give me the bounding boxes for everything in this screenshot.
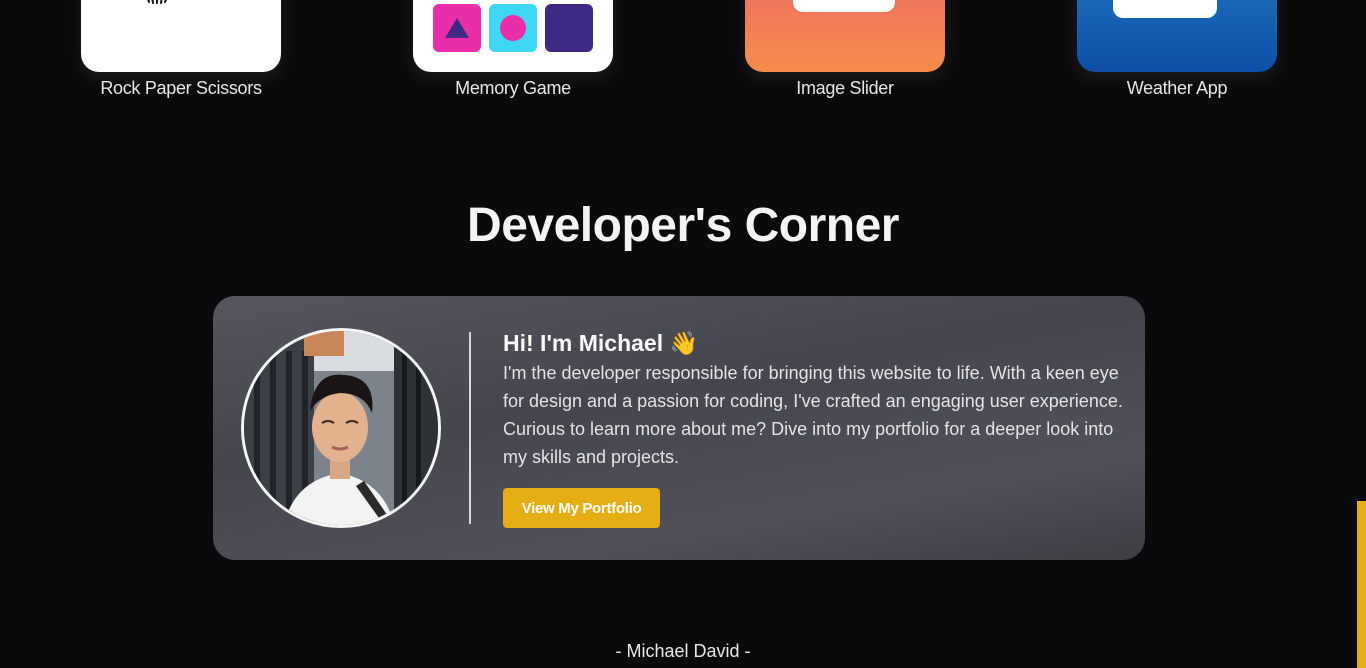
image-slider-icon[interactable] xyxy=(745,0,945,72)
footer-signature: - Michael David - xyxy=(615,641,751,661)
section-title: Developer's Corner xyxy=(467,199,899,252)
project-card-memory-game[interactable]: Memory Game xyxy=(413,0,613,99)
scroll-indicator[interactable] xyxy=(1357,501,1366,668)
rock-paper-scissors-icon[interactable] xyxy=(81,0,281,72)
project-label[interactable]: Image Slider xyxy=(796,78,894,99)
view-portfolio-button[interactable]: View My Portfolio xyxy=(503,488,660,528)
cloud-icon xyxy=(1113,0,1217,18)
hand-icon xyxy=(147,0,167,4)
square-tile-icon xyxy=(545,4,593,52)
project-card-rock-paper-scissors[interactable]: Rock Paper Scissors xyxy=(81,0,281,99)
memory-game-icon[interactable] xyxy=(413,0,613,72)
weather-app-icon[interactable] xyxy=(1077,0,1277,72)
project-card-image-slider[interactable]: Image Slider xyxy=(745,0,945,99)
developer-greeting: Hi! I'm Michael 👋 xyxy=(503,330,699,356)
project-label[interactable]: Memory Game xyxy=(455,78,571,99)
triangle-tile-icon xyxy=(433,4,481,52)
circle-tile-icon xyxy=(489,4,537,52)
slider-frame-icon xyxy=(793,0,895,12)
page: Rock Paper Scissors Memory Game Image Sl… xyxy=(0,0,1366,668)
project-label[interactable]: Rock Paper Scissors xyxy=(100,78,262,99)
developer-avatar xyxy=(241,328,441,528)
developer-card: Hi! I'm Michael 👋 I'm the developer resp… xyxy=(213,296,1145,560)
project-label[interactable]: Weather App xyxy=(1127,78,1228,99)
project-card-weather-app[interactable]: Weather App xyxy=(1077,0,1277,99)
vertical-divider xyxy=(469,332,471,524)
developer-bio: I'm the developer responsible for bringi… xyxy=(503,363,1123,467)
